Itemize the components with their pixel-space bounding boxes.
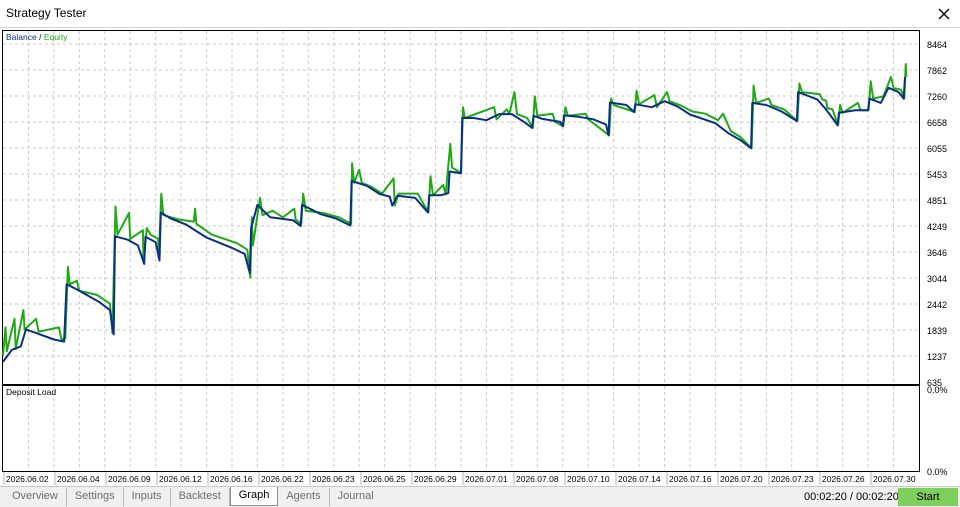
x-tick-label: 2026.07.30 <box>873 474 916 484</box>
legend-equity: Equity <box>44 32 68 42</box>
date-axis: 2026.06.02 2026.06.04 2026.06.09 2026.06.12… <box>3 472 916 485</box>
tester-tabs: Overview Settings Inputs Backtest Graph … <box>4 487 382 507</box>
deposit-tick-bottom: 0.0% <box>927 467 948 477</box>
title-bar: Strategy Tester <box>0 0 960 28</box>
x-tick-label: 2026.07.08 <box>516 474 559 484</box>
chart-legend: Balance / Equity <box>6 32 68 42</box>
x-tick-label: 2026.07.01 <box>465 474 508 484</box>
y-tick-label: 3646 <box>927 248 947 258</box>
bottom-bar: Overview Settings Inputs Backtest Graph … <box>0 486 960 507</box>
legend-balance: Balance <box>6 32 37 42</box>
x-tick-label: 2026.06.04 <box>57 474 100 484</box>
x-tick-label: 2026.07.23 <box>771 474 814 484</box>
y-tick-label: 5453 <box>927 170 947 180</box>
tab-inputs[interactable]: Inputs <box>124 488 171 506</box>
y-tick-label: 1237 <box>927 352 947 362</box>
start-button[interactable]: Start <box>898 488 958 506</box>
y-tick-label: 4851 <box>927 196 947 206</box>
x-tick-label: 2026.06.29 <box>414 474 457 484</box>
y-tick-label: 6658 <box>927 118 947 128</box>
close-icon <box>938 8 950 19</box>
deposit-load-chart: Deposit Load 0.0% 0.0% <box>2 385 948 477</box>
x-tick-label: 2026.06.23 <box>312 474 355 484</box>
close-button[interactable] <box>928 0 960 27</box>
x-tick-label: 2026.07.16 <box>669 474 712 484</box>
x-tick-label: 2026.06.25 <box>363 474 406 484</box>
y-tick-label: 3044 <box>927 274 947 284</box>
deposit-tick-top: 0.0% <box>927 385 948 395</box>
y-tick-label: 4249 <box>927 222 947 232</box>
x-tick-label: 2026.07.20 <box>720 474 763 484</box>
tester-graph: 6351237183924423044364642494851545360556… <box>2 30 948 485</box>
legend-separator: / <box>37 32 44 42</box>
y-tick-label: 6055 <box>927 144 947 154</box>
tab-settings[interactable]: Settings <box>67 488 124 506</box>
tab-overview[interactable]: Overview <box>4 488 67 506</box>
tab-journal[interactable]: Journal <box>330 488 382 506</box>
x-tick-label: 2026.07.14 <box>618 474 661 484</box>
tab-backtest[interactable]: Backtest <box>171 488 230 506</box>
deposit-load-title: Deposit Load <box>6 387 56 397</box>
y-tick-label: 2442 <box>927 300 947 310</box>
y-tick-label: 7862 <box>927 66 947 76</box>
y-tick-label: 7260 <box>927 92 947 102</box>
tab-graph[interactable]: Graph <box>229 487 279 506</box>
x-tick-label: 2026.07.26 <box>822 474 865 484</box>
x-tick-label: 2026.06.16 <box>210 474 253 484</box>
elapsed-time: 00:02:20 / 00:02:20 <box>804 491 899 503</box>
x-tick-label: 2026.07.10 <box>567 474 610 484</box>
x-tick-label: 2026.06.22 <box>261 474 304 484</box>
y-tick-label: 1839 <box>927 326 947 336</box>
balance-equity-chart: 6351237183924423044364642494851545360556… <box>2 30 947 388</box>
y-tick-label: 8464 <box>927 40 947 50</box>
window-title: Strategy Tester <box>6 6 87 20</box>
tab-agents[interactable]: Agents <box>278 488 330 506</box>
x-tick-label: 2026.06.02 <box>6 474 49 484</box>
x-tick-label: 2026.06.09 <box>108 474 151 484</box>
x-tick-label: 2026.06.12 <box>159 474 202 484</box>
